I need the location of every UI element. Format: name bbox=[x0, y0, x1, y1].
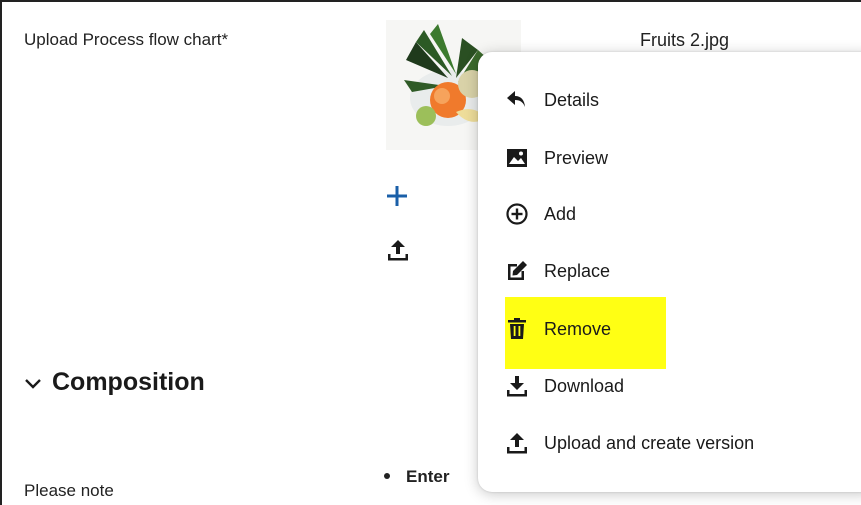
frame-left-border bbox=[0, 0, 2, 505]
upload-file-button[interactable] bbox=[384, 237, 412, 263]
trash-icon bbox=[504, 316, 530, 342]
menu-item-remove[interactable]: Remove bbox=[504, 309, 611, 349]
menu-item-label: Add bbox=[544, 203, 577, 224]
file-name[interactable]: Fruits 2.jpg bbox=[640, 30, 729, 51]
composition-section-header[interactable]: Composition bbox=[22, 368, 205, 397]
download-icon bbox=[504, 373, 530, 399]
menu-item-upload-version[interactable]: Upload and create version bbox=[504, 423, 754, 463]
menu-item-label: Replace bbox=[544, 260, 611, 281]
menu-item-label: Remove bbox=[544, 318, 612, 339]
menu-item-download[interactable]: Download bbox=[504, 366, 624, 406]
menu-item-replace[interactable]: Replace bbox=[504, 251, 610, 291]
upload-field-label: Upload Process flow chart* bbox=[24, 30, 229, 49]
menu-item-label: Details bbox=[544, 89, 600, 110]
file-context-menu: Details Preview Add Replace Remove Downl… bbox=[478, 52, 861, 492]
upload-icon bbox=[504, 430, 530, 456]
add-file-button[interactable] bbox=[384, 183, 410, 209]
menu-item-label: Download bbox=[544, 375, 625, 396]
edit-icon bbox=[504, 258, 530, 284]
upload-icon bbox=[388, 240, 408, 261]
note-bullet-item: Enter bbox=[384, 467, 449, 487]
plus-icon bbox=[387, 186, 407, 206]
menu-item-add[interactable]: Add bbox=[504, 194, 576, 234]
back-arrow-icon bbox=[504, 87, 530, 113]
menu-item-preview[interactable]: Preview bbox=[504, 138, 608, 178]
frame-top-border bbox=[0, 0, 861, 2]
bullet-dot bbox=[384, 472, 390, 479]
menu-item-label: Preview bbox=[544, 147, 609, 168]
menu-item-details[interactable]: Details bbox=[504, 80, 599, 120]
menu-item-label: Upload and create version bbox=[544, 432, 755, 453]
bullet-text: Enter bbox=[406, 467, 450, 486]
please-note-label: Please note bbox=[24, 481, 114, 500]
circle-plus-icon bbox=[504, 201, 530, 227]
section-title: Composition bbox=[52, 368, 205, 396]
image-preview-icon bbox=[504, 145, 530, 171]
chevron-down-icon bbox=[25, 378, 41, 389]
